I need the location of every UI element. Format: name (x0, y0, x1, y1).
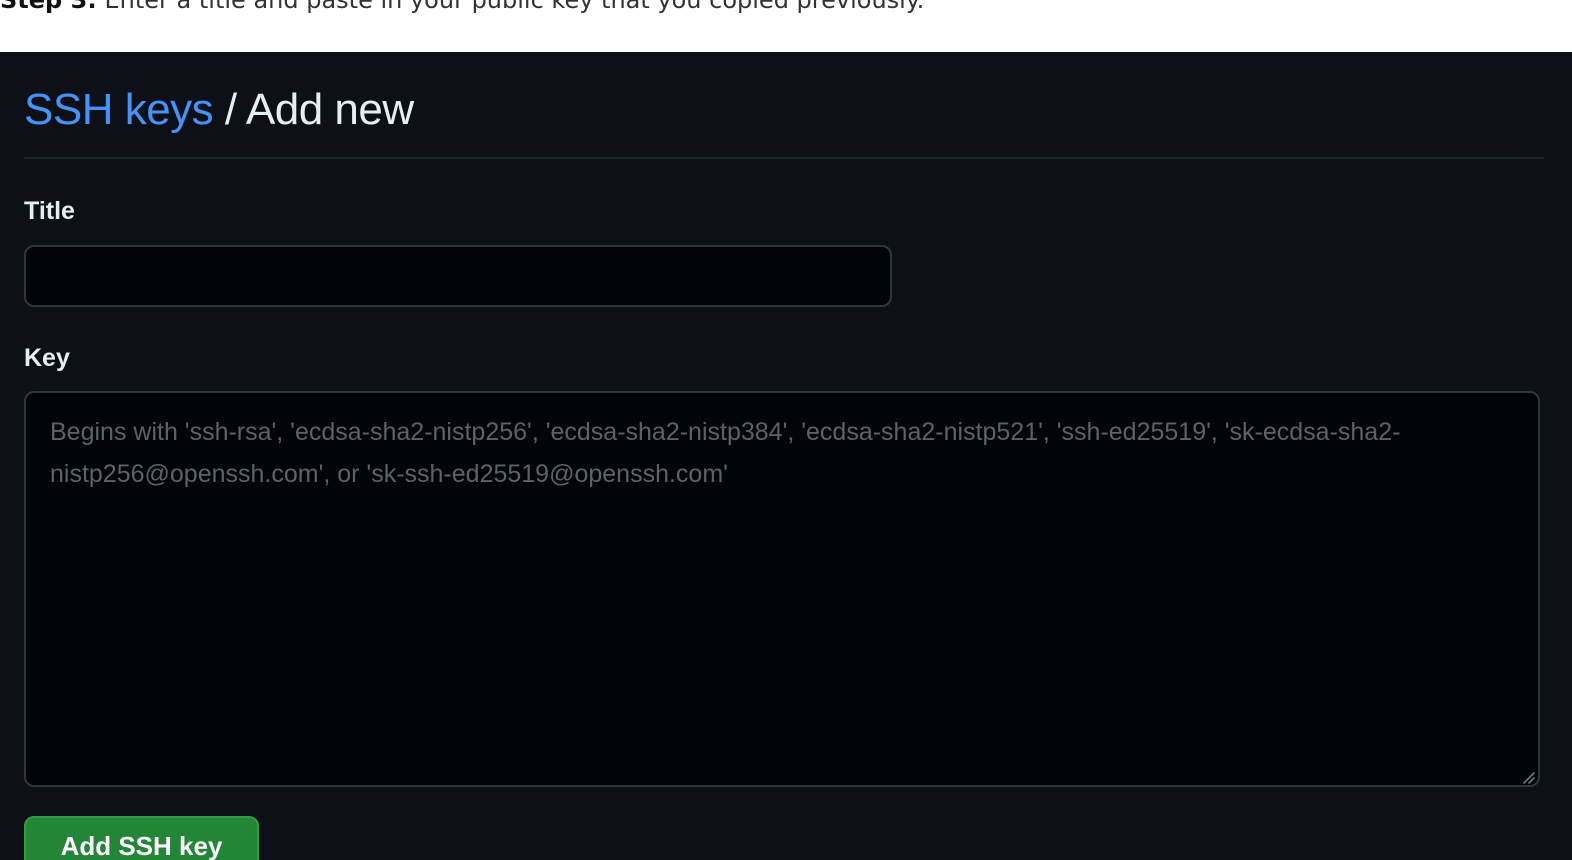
title-label: Title (24, 197, 75, 225)
instruction-strip: Step 3: Enter a title and paste in your … (0, 0, 1572, 52)
step-number: Step 3: (0, 0, 97, 14)
instruction-text: Step 3: Enter a title and paste in your … (0, 0, 924, 14)
page-title: SSH keys / Add new (24, 82, 414, 138)
breadcrumb-current: Add new (245, 85, 414, 134)
breadcrumb-ssh-keys-link[interactable]: SSH keys (24, 85, 214, 134)
breadcrumb-separator: / (213, 85, 246, 134)
key-textarea[interactable] (24, 391, 1540, 787)
resize-grip-icon[interactable] (1520, 769, 1536, 785)
key-label: Key (24, 344, 70, 372)
add-ssh-key-panel: SSH keys / Add new Title Key Add SSH key (0, 52, 1572, 860)
step-description: Enter a title and paste in your public k… (96, 0, 925, 14)
add-ssh-key-button[interactable]: Add SSH key (24, 816, 259, 860)
header-divider (24, 157, 1544, 159)
title-input[interactable] (24, 245, 892, 307)
